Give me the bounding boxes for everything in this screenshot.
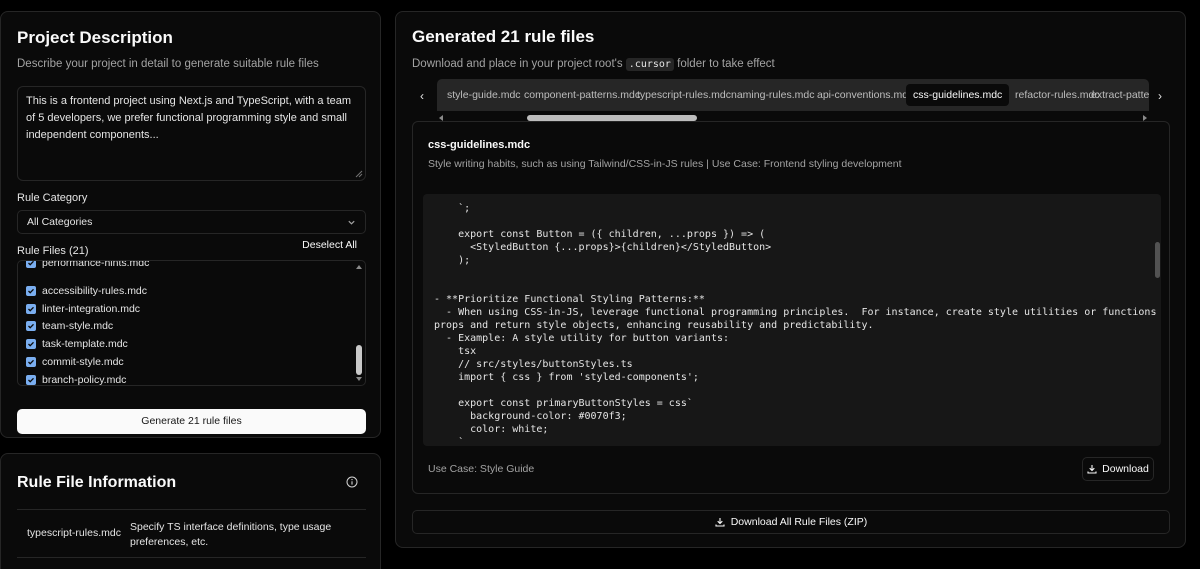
list-item[interactable]: task-template.mdc: [26, 336, 128, 351]
checkbox[interactable]: [26, 338, 36, 349]
code-scrollbar[interactable]: [1155, 242, 1160, 278]
download-button[interactable]: Download: [1082, 457, 1154, 481]
project-description-value: This is a frontend project using Next.js…: [26, 95, 352, 141]
resize-grip-icon[interactable]: [355, 170, 363, 178]
cursor-folder-code: .cursor: [625, 58, 674, 71]
rule-category-value: All Categories: [27, 216, 93, 228]
rule-files-label: Rule Files (21): [17, 245, 89, 257]
tab-css-guidelines[interactable]: css-guidelines.mdc: [906, 84, 1010, 106]
list-item-label: team-style.mdc: [42, 319, 114, 332]
list-item[interactable]: branch-policy.mdc: [26, 372, 127, 386]
project-description-panel: Project Description Describe your projec…: [0, 11, 381, 438]
chevron-down-icon: [348, 220, 355, 225]
tab-typescript-rules[interactable]: typescript-rules.mdc: [630, 84, 738, 106]
rule-category-label: Rule Category: [17, 192, 88, 204]
tab-component-patterns[interactable]: component-patterns.mdc: [517, 84, 647, 106]
code-content: `; export const Button = ({ children, ..…: [434, 203, 1157, 446]
list-item[interactable]: linter-integration.mdc: [26, 301, 140, 316]
rule-files-scrollbar[interactable]: [354, 261, 364, 385]
checkbox[interactable]: [26, 356, 36, 367]
generated-files-panel: Generated 21 rule files Download and pla…: [395, 11, 1186, 548]
table-row: typescript-rules.mdc Specify TS interfac…: [17, 510, 366, 558]
file-preview-card: css-guidelines.mdc Style writing habits,…: [412, 121, 1170, 494]
rule-file-info-panel: Rule File Information typescript-rules.m…: [0, 453, 381, 569]
list-item-label: accessibility-rules.mdc: [42, 284, 148, 297]
generated-subtitle: Download and place in your project root'…: [412, 58, 775, 71]
scrollbar-thumb[interactable]: [356, 345, 362, 375]
list-item[interactable]: team-style.mdc: [26, 318, 113, 333]
tabs-prev-button[interactable]: ‹: [413, 87, 431, 105]
file-description: Style writing habits, such as using Tail…: [428, 158, 902, 170]
list-item-label: linter-integration.mdc: [42, 302, 141, 315]
tab-naming-rules[interactable]: naming-rules.mdc: [724, 84, 821, 106]
download-icon: [1087, 465, 1097, 474]
subtitle-post: folder to take effect: [677, 58, 775, 70]
checkbox[interactable]: [26, 303, 36, 314]
download-label: Download: [1102, 463, 1149, 475]
generated-title: Generated 21 rule files: [412, 27, 595, 46]
checkbox[interactable]: [26, 374, 36, 385]
checkbox[interactable]: [26, 285, 36, 296]
list-item-label: task-template.mdc: [42, 337, 128, 350]
list-item-label: performance-hints.mdc: [42, 260, 150, 269]
download-all-label: Download All Rule Files (ZIP): [730, 516, 868, 528]
file-tabs: style-guide.mdc component-patterns.mdc t…: [437, 79, 1149, 126]
rule-info-name: typescript-rules.mdc: [27, 527, 121, 539]
checkbox[interactable]: [26, 320, 36, 331]
checkbox[interactable]: [26, 261, 36, 268]
rule-file-info-title: Rule File Information: [17, 474, 177, 491]
tabs-bar: style-guide.mdc component-patterns.mdc t…: [437, 79, 1149, 111]
tab-api-conventions[interactable]: api-conventions.mdc: [810, 84, 920, 106]
generate-button[interactable]: Generate 21 rule files: [17, 409, 366, 434]
list-item-label: branch-policy.mdc: [42, 373, 127, 386]
scroll-up-icon[interactable]: [356, 265, 362, 269]
project-description-title: Project Description: [17, 28, 173, 47]
deselect-all-button[interactable]: Deselect All: [302, 239, 357, 251]
tab-style-guide[interactable]: style-guide.mdc: [440, 84, 528, 106]
rule-category-select[interactable]: All Categories: [17, 210, 366, 234]
list-item-label: commit-style.mdc: [42, 355, 124, 368]
info-icon[interactable]: [346, 476, 358, 488]
list-item[interactable]: accessibility-rules.mdc: [26, 283, 147, 298]
code-preview[interactable]: `; export const Button = ({ children, ..…: [423, 194, 1161, 446]
download-icon: [715, 518, 725, 527]
download-all-button[interactable]: Download All Rule Files (ZIP): [412, 510, 1170, 534]
rule-info-table: typescript-rules.mdc Specify TS interfac…: [17, 509, 366, 558]
rule-files-list[interactable]: performance-hints.mdc accessibility-rule…: [17, 260, 366, 386]
subtitle-pre: Download and place in your project root'…: [412, 58, 623, 70]
project-description-subtitle: Describe your project in detail to gener…: [17, 58, 319, 70]
rule-info-desc: Specify TS interface definitions, type u…: [130, 521, 332, 548]
project-description-textarea[interactable]: This is a frontend project using Next.js…: [17, 86, 366, 181]
file-use-case: Use Case: Style Guide: [428, 463, 535, 475]
tabs-next-button[interactable]: ›: [1151, 87, 1169, 105]
list-item[interactable]: commit-style.mdc: [26, 354, 124, 369]
list-item[interactable]: performance-hints.mdc: [26, 260, 150, 270]
file-name: css-guidelines.mdc: [428, 139, 531, 151]
tab-extract-patterns[interactable]: extract-patterns.mdc: [1084, 84, 1149, 106]
scroll-down-icon[interactable]: [356, 377, 362, 381]
